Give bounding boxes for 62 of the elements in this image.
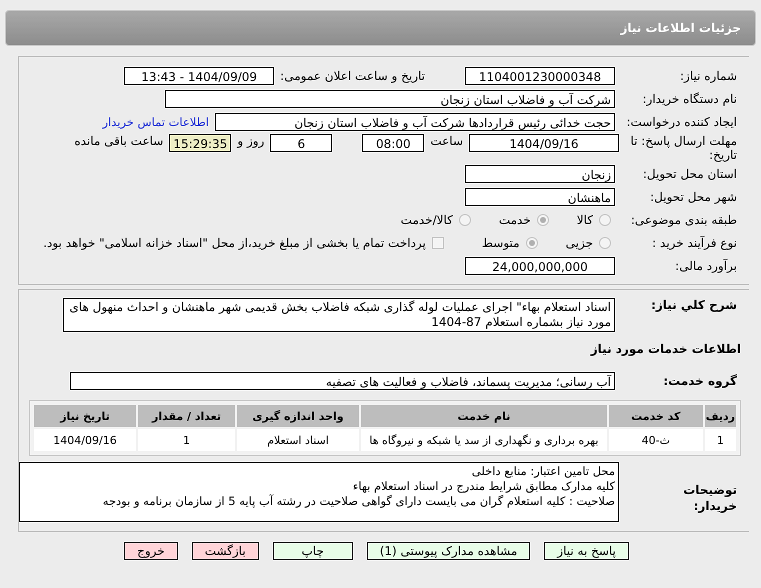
action-button[interactable]: خروج	[124, 542, 178, 560]
remaining-time-field: 15:29:35	[169, 134, 232, 152]
province-field: زنجان	[465, 165, 615, 183]
need-number-field: 1104001230000348	[465, 67, 615, 85]
buyer-contact-link[interactable]: اطلاعات تماس خریدار	[102, 115, 209, 129]
field-label: مهلت ارسال پاسخ: تا تاریخ:	[629, 134, 738, 162]
option-label: کالا	[576, 213, 593, 227]
city-field: ماهنشان	[465, 188, 615, 206]
action-button[interactable]: چاپ	[272, 542, 353, 560]
remaining-label: ساعت باقی مانده	[74, 134, 164, 148]
column-header: تاریخ نیاز	[34, 405, 136, 427]
column-header: واحد اندازه گیری	[237, 405, 359, 427]
field-label: ایجاد کننده درخواست:	[625, 115, 738, 129]
radio-button[interactable]	[526, 237, 538, 249]
field-label: توضیحات خریدار:	[682, 482, 738, 514]
option-label: کالا/خدمت	[400, 213, 453, 227]
notes-field: محل تامین اعتبار: منابع داخلی کلیه مدارک مطابق شرایط مندرج در اسناد استعلام بهاء صلاحیت : کلیه استعلام گران می بایست دارای گواهی صلاحیت در رشته آب پایه 5 از سازمان برنامه و بودجه	[19, 462, 619, 522]
field-label: برآورد مالی:	[674, 259, 738, 273]
checkbox-label: پرداخت تمام یا بخشی از مبلغ خرید،از محل "اسناد خزانه اسلامی" خواهد بود.	[43, 236, 426, 250]
section-title: اطلاعات خدمات مورد نیاز	[589, 342, 742, 356]
table-cell: اسناد استعلام	[237, 429, 359, 451]
field-label: نوع فرآیند خرید :	[651, 236, 738, 250]
table-cell: 1	[704, 429, 736, 451]
budget-field: 24,000,000,000	[465, 257, 615, 275]
table-cell: بهره برداری و نگهداری از سد یا شبکه و نیروگاه ها	[361, 429, 607, 451]
field-label: شماره نیاز:	[679, 69, 738, 83]
table-cell: 1404/09/16	[34, 429, 136, 451]
description-field: اسناد استعلام بهاء" اجرای عملیات لوله گذاری شبکه فاضلاب بخش قدیمی شهر ماهنشان و احداث منهول های مورد نیاز بشماره استعلام 87-1404	[63, 298, 615, 332]
service-group-field: آب رسانی؛ مدیریت پسماند، فاضلاب و فعالیت های تصفیه	[70, 372, 615, 390]
checkbox[interactable]	[432, 237, 444, 249]
action-button[interactable]: بازگشت	[192, 542, 259, 560]
days-field: 6	[270, 134, 332, 152]
option-label: جزیی	[566, 236, 593, 250]
table-cell: 1	[138, 429, 235, 451]
field-label: طبقه بندی موضوعی:	[630, 213, 738, 227]
column-header: تعداد / مقدار	[138, 405, 235, 427]
page-title: جزئیات اطلاعات نیاز	[620, 21, 741, 35]
deadline-time-field: 08:00	[362, 134, 424, 152]
action-button[interactable]: مشاهده مدارک پیوستی (1)	[366, 542, 530, 560]
radio-button[interactable]	[599, 214, 611, 226]
time-label: ساعت	[430, 134, 463, 148]
deadline-date-field: 1404/09/16	[469, 134, 619, 152]
option-label: متوسط	[482, 236, 520, 250]
radio-button[interactable]	[536, 214, 549, 226]
table-cell: ث-40	[608, 429, 703, 451]
radio-button[interactable]	[599, 237, 611, 249]
field-label: تاریخ و ساعت اعلان عمومی:	[280, 69, 425, 83]
days-label: روز و	[237, 134, 264, 148]
field-label: گروه خدمت:	[662, 374, 738, 388]
field-label: نام دستگاه خریدار:	[642, 92, 738, 106]
creator-field: حجت خدائی رئیس قراردادها شرکت آب و فاضلاب استان زنجان	[215, 113, 615, 131]
radio-button[interactable]	[458, 214, 471, 226]
buyer-field: شرکت آب و فاضلاب استان زنجان	[165, 90, 615, 108]
announcement-field: 1404/09/09 - 13:43	[124, 67, 274, 85]
field-label: شهر محل تحویل:	[649, 190, 738, 204]
column-header: نام خدمت	[361, 405, 607, 427]
field-label: استان محل تحویل:	[642, 167, 738, 181]
field-label: شرح کلي نياز:	[650, 298, 738, 312]
option-label: خدمت	[498, 213, 531, 227]
action-button[interactable]: پاسخ به نیاز	[544, 542, 629, 560]
column-header: کد خدمت	[608, 405, 703, 427]
column-header: ردیف	[704, 405, 736, 427]
